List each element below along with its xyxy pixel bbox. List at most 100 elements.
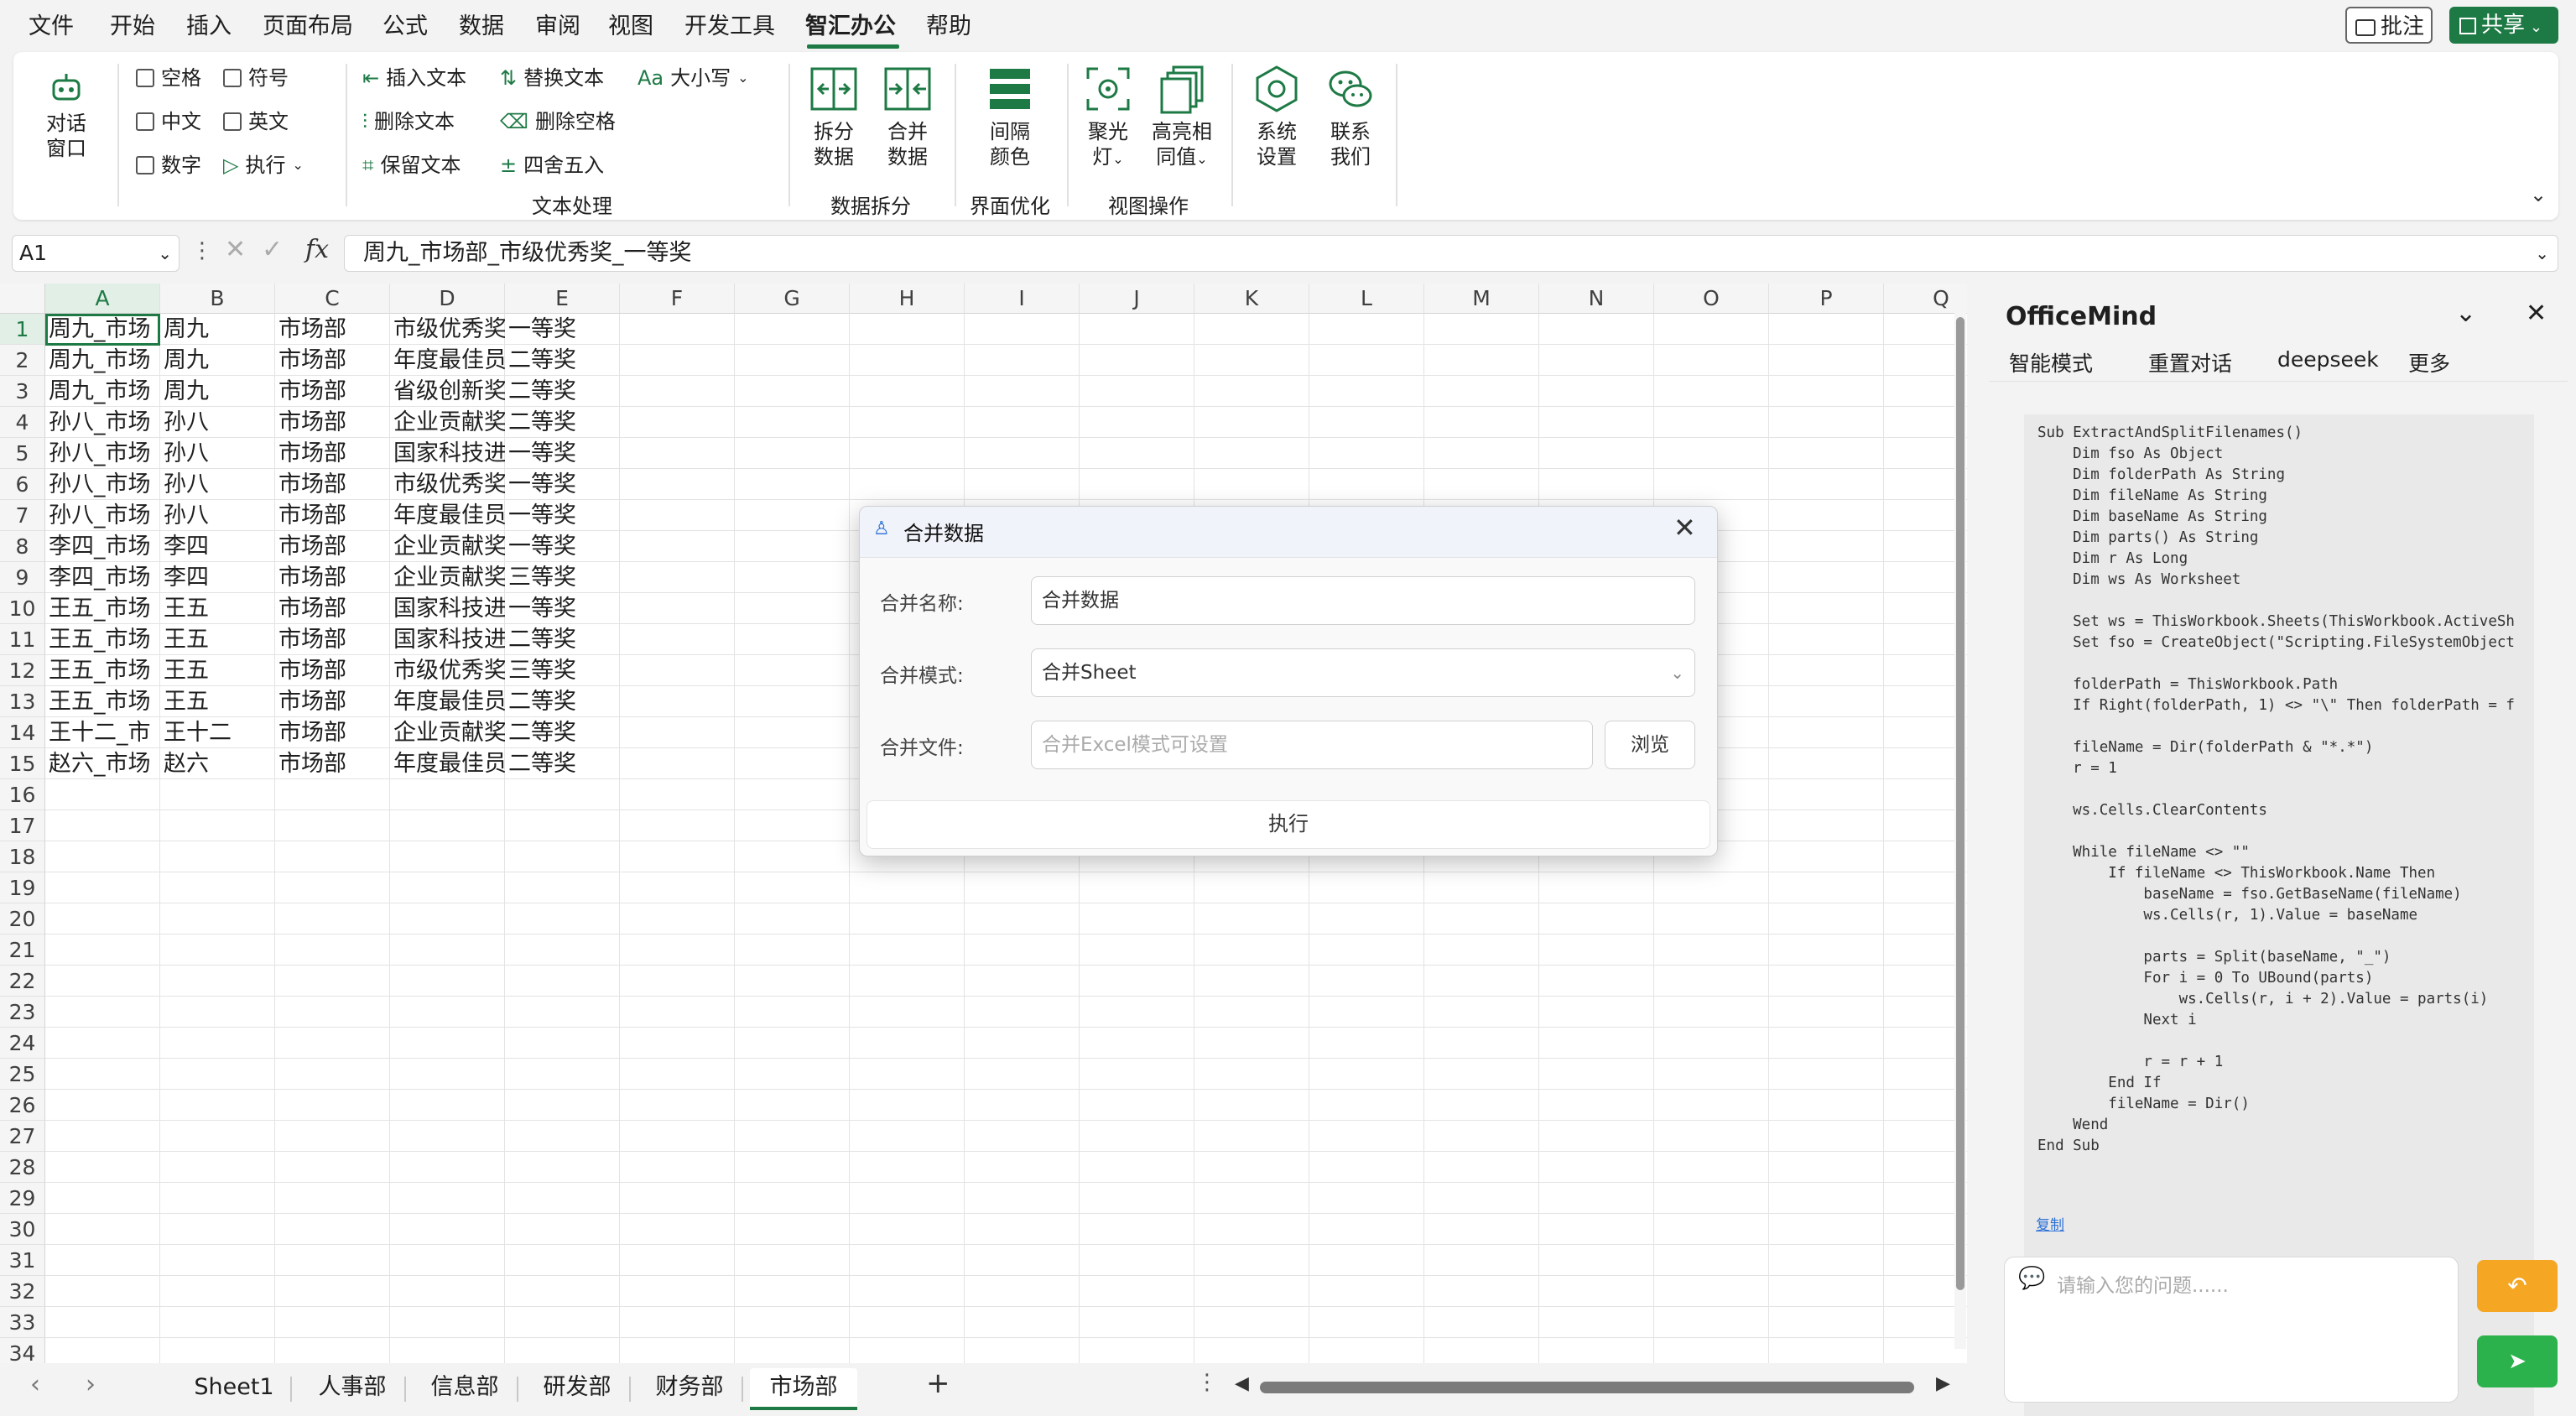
merge-mode-select[interactable]: 合并Sheet ⌄ — [1031, 648, 1695, 697]
menu-data[interactable]: 数据 — [459, 10, 504, 44]
column-header-g[interactable]: G — [735, 284, 850, 314]
cell[interactable]: 周九 — [160, 314, 275, 345]
cell[interactable]: 王十二 — [160, 717, 275, 748]
cell[interactable]: 一等奖 — [505, 469, 620, 500]
cell[interactable]: 年度最佳员 — [390, 345, 505, 376]
column-header-k[interactable]: K — [1194, 284, 1309, 314]
chevron-down-icon[interactable]: ⌄ — [2455, 299, 2476, 328]
cell[interactable]: 市级优秀奖 — [390, 655, 505, 686]
row-header[interactable]: 31 — [0, 1245, 45, 1276]
cell[interactable]: 一等奖 — [505, 438, 620, 469]
system-settings-button[interactable]: 系统 设置 — [1245, 64, 1309, 169]
menu-insert[interactable]: 插入 — [186, 10, 232, 44]
row-header[interactable]: 32 — [0, 1276, 45, 1307]
function-icon[interactable]: fx — [305, 235, 329, 264]
cell[interactable]: 李四 — [160, 562, 275, 593]
column-header-o[interactable]: O — [1654, 284, 1769, 314]
delete-space-button[interactable]: ⌫ 删除空格 — [500, 109, 616, 134]
row-header[interactable]: 1 — [0, 314, 45, 345]
cell[interactable]: 王五 — [160, 686, 275, 717]
close-icon[interactable]: ✕ — [1673, 512, 1696, 544]
cell[interactable]: 孙八_市场 — [45, 407, 160, 438]
sheet-tab[interactable]: 研发部 — [527, 1368, 627, 1407]
row-header[interactable]: 19 — [0, 872, 45, 903]
cell[interactable]: 二等奖 — [505, 748, 620, 779]
row-header[interactable]: 29 — [0, 1183, 45, 1214]
menu-review[interactable]: 审阅 — [535, 10, 580, 44]
cell[interactable]: 年度最佳员 — [390, 748, 505, 779]
scroll-left-icon[interactable]: ◀ — [1235, 1373, 1249, 1394]
cell[interactable]: 市场部 — [275, 469, 390, 500]
cell[interactable]: 二等奖 — [505, 717, 620, 748]
send-button[interactable]: ➤ — [2477, 1335, 2558, 1387]
cell[interactable]: 李四_市场 — [45, 531, 160, 562]
menu-page-layout[interactable]: 页面布局 — [263, 10, 353, 44]
cell[interactable]: 周九 — [160, 345, 275, 376]
menu-formulas[interactable]: 公式 — [382, 10, 428, 44]
share-button[interactable]: 共享 ⌄ — [2449, 7, 2558, 44]
browse-button[interactable]: 浏览 — [1605, 721, 1695, 769]
split-data-button[interactable]: 拆分 数据 — [802, 64, 866, 169]
row-header[interactable]: 33 — [0, 1307, 45, 1338]
row-header[interactable]: 18 — [0, 841, 45, 872]
cell[interactable]: 市场部 — [275, 500, 390, 531]
execute-button[interactable]: 执行 — [866, 800, 1710, 849]
menu-developer[interactable]: 开发工具 — [684, 10, 775, 44]
replace-text-button[interactable]: ⇅ 替换文本 — [500, 65, 604, 91]
cell[interactable]: 市场部 — [275, 562, 390, 593]
add-sheet-button[interactable]: + — [926, 1367, 950, 1400]
cell[interactable]: 一等奖 — [505, 593, 620, 624]
merge-name-input[interactable]: 合并数据 — [1031, 576, 1695, 625]
merge-file-input[interactable]: 合并Excel模式可设置 — [1031, 721, 1593, 769]
merge-data-button[interactable]: 合并 数据 — [876, 64, 939, 169]
question-input[interactable]: 💬 请输入您的问题...... — [2004, 1257, 2459, 1403]
row-header[interactable]: 25 — [0, 1059, 45, 1090]
cell[interactable]: 孙八 — [160, 500, 275, 531]
cell[interactable]: 王五 — [160, 593, 275, 624]
horizontal-scroll-thumb[interactable] — [1260, 1382, 1914, 1393]
cell[interactable]: 王五_市场 — [45, 593, 160, 624]
row-header[interactable]: 27 — [0, 1121, 45, 1152]
cell[interactable]: 周九_市场 — [45, 345, 160, 376]
row-header[interactable]: 16 — [0, 779, 45, 810]
cell[interactable]: 孙八 — [160, 407, 275, 438]
row-header[interactable]: 12 — [0, 655, 45, 686]
column-header-c[interactable]: C — [275, 284, 390, 314]
cell[interactable]: 企业贡献奖 — [390, 562, 505, 593]
cell[interactable]: 周九 — [160, 376, 275, 407]
cell[interactable]: 市级优秀奖 — [390, 314, 505, 345]
chevron-left-icon[interactable]: ‹ — [30, 1370, 40, 1399]
cell[interactable]: 市场部 — [275, 314, 390, 345]
ribbon-collapse-icon[interactable]: ⌄ — [2530, 183, 2547, 206]
cell[interactable]: 孙八 — [160, 469, 275, 500]
cell[interactable]: 孙八 — [160, 438, 275, 469]
cell[interactable]: 王五_市场 — [45, 655, 160, 686]
cell[interactable]: 国家科技进 — [390, 438, 505, 469]
cell[interactable]: 王五 — [160, 655, 275, 686]
sheet-tab[interactable]: 人事部 — [302, 1368, 403, 1407]
cell[interactable]: 市场部 — [275, 655, 390, 686]
checkbox-symbol[interactable]: 符号 — [223, 65, 289, 91]
insert-text-button[interactable]: ⇤ 插入文本 — [362, 65, 466, 91]
highlight-same-dropdown[interactable]: 高亮相 同值⌄ — [1146, 64, 1218, 172]
row-header[interactable]: 26 — [0, 1090, 45, 1121]
checkbox-number[interactable]: 数字 — [136, 153, 201, 178]
cell[interactable]: 企业贡献奖 — [390, 407, 505, 438]
row-header[interactable]: 7 — [0, 500, 45, 531]
cell[interactable]: 企业贡献奖 — [390, 717, 505, 748]
confirm-icon[interactable]: ✓ — [262, 235, 283, 264]
copy-link[interactable]: 复制 — [2036, 1213, 2064, 1234]
row-header[interactable]: 15 — [0, 748, 45, 779]
column-header-a[interactable]: A — [45, 284, 160, 314]
more-vertical-icon[interactable]: ⋮ — [1196, 1370, 1218, 1395]
cell[interactable]: 市场部 — [275, 717, 390, 748]
menu-help[interactable]: 帮助 — [926, 10, 971, 44]
menu-file[interactable]: 文件 — [29, 10, 74, 44]
cell[interactable]: 一等奖 — [505, 500, 620, 531]
row-header[interactable]: 24 — [0, 1028, 45, 1059]
cell[interactable]: 国家科技进 — [390, 624, 505, 655]
cell[interactable]: 李四 — [160, 531, 275, 562]
cell[interactable]: 三等奖 — [505, 562, 620, 593]
round-button[interactable]: ± 四舍五入 — [500, 153, 604, 178]
row-header[interactable]: 22 — [0, 966, 45, 997]
